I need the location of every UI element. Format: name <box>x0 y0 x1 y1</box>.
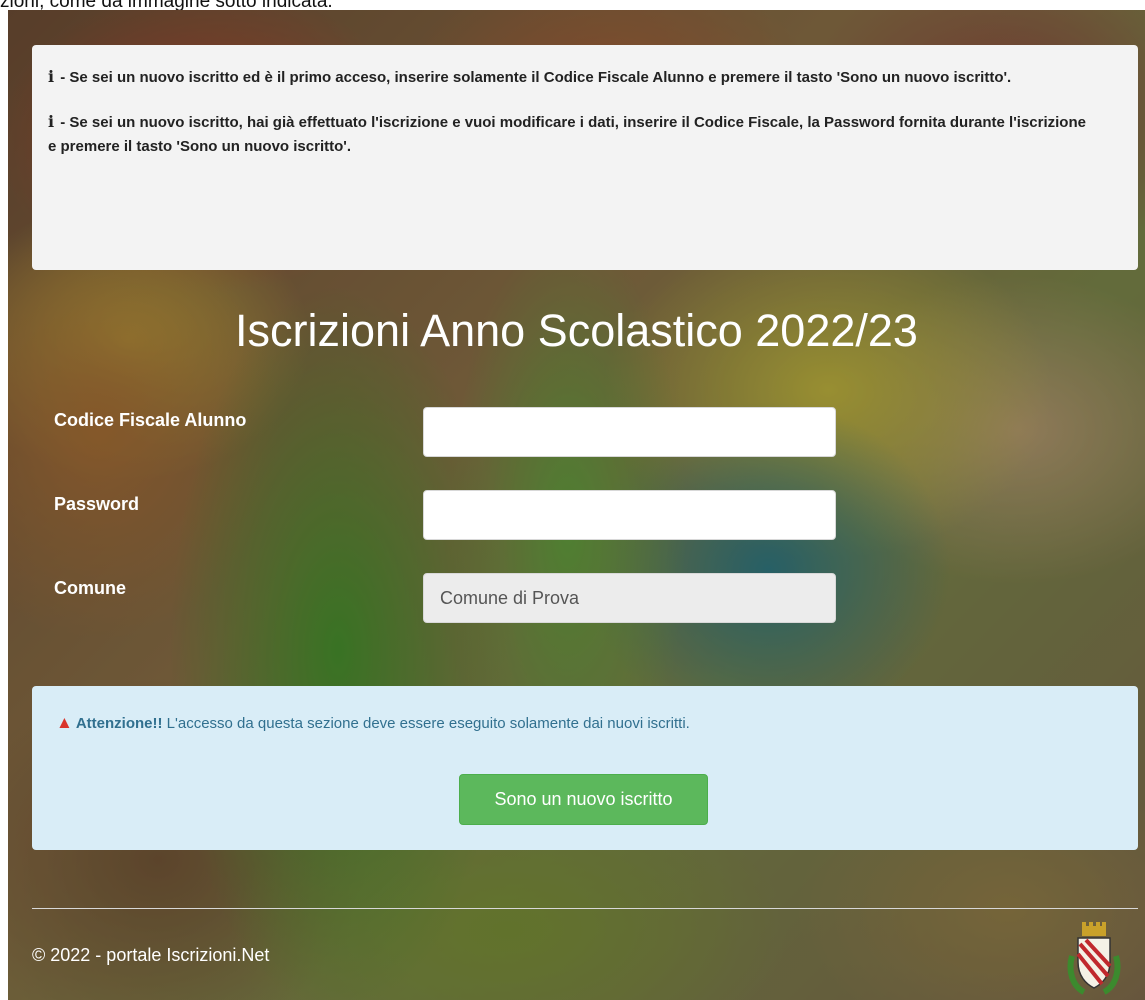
password-label: Password <box>54 494 140 514</box>
instruction-caption: zioni, come da immagine sotto indicata. <box>0 0 333 10</box>
info-panel: i - Se sei un nuovo iscritto ed è il pri… <box>32 45 1138 270</box>
codice-fiscale-input[interactable] <box>423 407 836 457</box>
info-icon: i <box>48 112 55 131</box>
alert-text: L'accesso da questa sezione deve essere … <box>162 715 690 732</box>
info-text-new-student: - Se sei un nuovo iscritto ed è il primo… <box>60 69 1012 86</box>
info-icon: i <box>48 67 55 86</box>
comune-field <box>423 573 836 623</box>
instruction-caption-strip: zioni, come da immagine sotto indicata. <box>0 0 1145 10</box>
info-line-edit-data: i - Se sei un nuovo iscritto, hai già ef… <box>48 110 1088 159</box>
info-text-edit-data: - Se sei un nuovo iscritto, hai già effe… <box>48 114 1086 155</box>
page-title: Iscrizioni Anno Scolastico 2022/23 <box>235 305 918 356</box>
comune-label: Comune <box>54 578 126 598</box>
warning-icon: ▲ <box>56 713 73 732</box>
warning-alert: ▲ Attenzione!! L'accesso da questa sezion… <box>32 686 1138 850</box>
codice-fiscale-label: Codice Fiscale Alunno <box>54 410 247 430</box>
info-line-new-student: i - Se sei un nuovo iscritto ed è il pri… <box>48 65 1088 90</box>
background-image: i - Se sei un nuovo iscritto ed è il pri… <box>8 10 1145 1000</box>
footer-copyright: © 2022 - portale Iscrizioni.Net <box>32 945 270 965</box>
login-content: i - Se sei un nuovo iscritto ed è il pri… <box>8 10 1145 1000</box>
password-input[interactable] <box>423 490 836 540</box>
alert-message: ▲ Attenzione!! L'accesso da questa sezion… <box>56 713 690 733</box>
municipal-crest-icon <box>1067 922 1121 995</box>
footer-divider <box>32 908 1138 909</box>
alert-heading: Attenzione!! <box>75 715 163 732</box>
new-student-button[interactable]: Sono un nuovo iscritto <box>459 774 708 825</box>
